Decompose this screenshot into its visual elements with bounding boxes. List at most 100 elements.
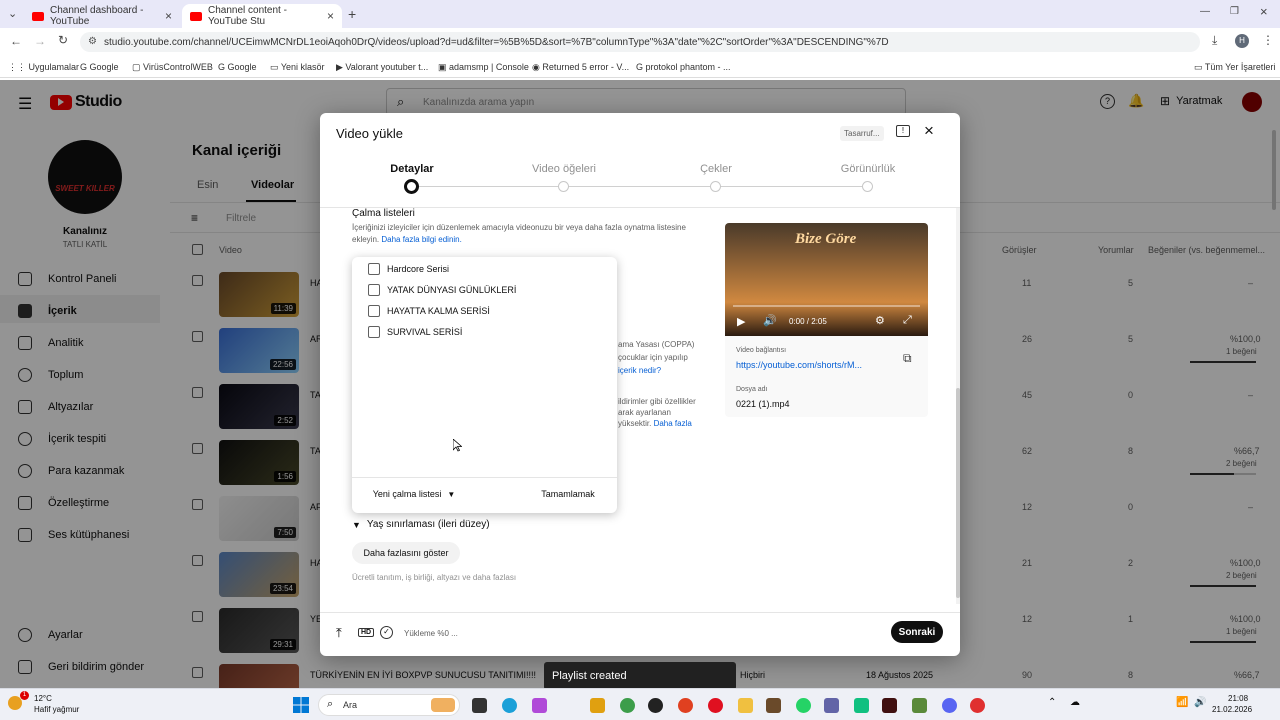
- volume-icon[interactable]: 🔊: [1194, 697, 1206, 708]
- wifi-icon[interactable]: 📶: [1176, 697, 1188, 708]
- task-view-icon[interactable]: [472, 698, 487, 713]
- bookmark-viruscontrol[interactable]: ▢ VirüsControlWEB: [132, 62, 213, 73]
- done-button[interactable]: Tamamlamak: [528, 483, 608, 505]
- discord-icon[interactable]: [942, 698, 957, 713]
- playlist-selector-popup: Hardcore Serisi YATAK DÜNYASI GÜNLÜKLERİ…: [352, 257, 617, 513]
- playlist-checkbox[interactable]: [368, 305, 380, 317]
- video-link[interactable]: https://youtube.com/shorts/rM...: [736, 360, 862, 370]
- bookmark-protokol[interactable]: G protokol phantom - ...: [636, 62, 731, 72]
- bookmark-google[interactable]: G Google: [80, 62, 119, 72]
- new-playlist-button[interactable]: Yeni çalma listesi ▼: [362, 483, 466, 505]
- fullscreen-icon[interactable]: ⤢: [903, 314, 912, 327]
- github-icon[interactable]: [648, 698, 663, 713]
- bookmark-all[interactable]: ▭ Tüm Yer İşaretleri: [1194, 62, 1275, 73]
- playlist-option[interactable]: SURVIVAL SERİSİ: [368, 326, 462, 338]
- browser-menu-icon[interactable]: ⋮: [1262, 33, 1274, 47]
- weather-desc: Hafif yağmur: [34, 705, 80, 714]
- coppa-text: ama Yasası (COPPA): [618, 340, 695, 349]
- next-button[interactable]: Sonraki: [891, 621, 943, 643]
- app-icon[interactable]: [882, 698, 897, 713]
- whatsapp-icon[interactable]: [796, 698, 811, 713]
- video-time: 0:00 / 2:05: [789, 317, 827, 326]
- step-details[interactable]: Detaylar: [352, 163, 472, 175]
- video-progress-bar[interactable]: [733, 305, 920, 307]
- taskbar-search[interactable]: ⌕ Ara: [318, 694, 460, 716]
- made-for-kids-link[interactable]: içerik nedir?: [618, 366, 661, 375]
- android-icon[interactable]: [854, 698, 869, 713]
- new-tab-plus-icon[interactable]: +: [348, 6, 356, 22]
- copy-link-icon[interactable]: ⧉: [903, 351, 912, 366]
- playlist-created-toast: Playlist created: [544, 662, 736, 690]
- close-window-icon[interactable]: ×: [1260, 4, 1268, 19]
- url-text: studio.youtube.com/channel/UCEimwMCNrDL1…: [104, 37, 889, 48]
- opera-icon[interactable]: [708, 698, 723, 713]
- app-icon[interactable]: [970, 698, 985, 713]
- windows-start-icon[interactable]: [293, 697, 309, 713]
- close-tab-icon[interactable]: ×: [165, 9, 172, 23]
- tab-list-chevron-icon[interactable]: ⌄: [8, 7, 17, 20]
- chrome-icon[interactable]: [620, 698, 635, 713]
- playlist-checkbox[interactable]: [368, 284, 380, 296]
- step-visibility-indicator: [862, 181, 873, 192]
- file-explorer-icon[interactable]: [738, 698, 753, 713]
- clock-date[interactable]: 21.02.2026: [1212, 705, 1252, 714]
- playlist-checkbox[interactable]: [368, 326, 380, 338]
- step-video-elements[interactable]: Video öğeleri: [504, 163, 624, 175]
- teams-icon[interactable]: [824, 698, 839, 713]
- playlist-option[interactable]: YATAK DÜNYASI GÜNLÜKLERİ: [368, 284, 516, 296]
- chevron-down-icon: ▼: [352, 519, 361, 530]
- sublime-icon[interactable]: [590, 698, 605, 713]
- restore-icon[interactable]: ❐: [1230, 6, 1239, 17]
- edge-icon[interactable]: [502, 698, 517, 713]
- dialog-scrollbar-track[interactable]: [956, 208, 960, 604]
- copilot-icon[interactable]: [532, 698, 547, 713]
- tab-channel-dashboard[interactable]: Channel dashboard - YouTube ×: [24, 4, 180, 28]
- bookmark-apps[interactable]: ⋮⋮ Uygulamalar: [8, 62, 79, 73]
- hd-icon: HD: [358, 628, 375, 637]
- bookmark-valorant[interactable]: ▶ Valorant youtuber t...: [336, 62, 428, 73]
- settings-gear-icon[interactable]: ⚙: [875, 314, 885, 327]
- tray-chevron-up-icon[interactable]: ⌃: [1048, 697, 1056, 708]
- reload-icon[interactable]: ↻: [58, 33, 68, 47]
- upload-status: Yükleme %0 ...: [404, 629, 458, 638]
- close-tab-icon[interactable]: ×: [327, 9, 334, 23]
- ccleaner-icon[interactable]: [678, 698, 693, 713]
- video-link-label: Video bağlantısı: [736, 347, 787, 354]
- tray-cloud-icon[interactable]: ☁: [1070, 697, 1080, 708]
- url-bar[interactable]: ⚙ studio.youtube.com/channel/UCEimwMCNrD…: [80, 32, 1200, 52]
- learn-more-link[interactable]: Daha fazla bilgi edinin.: [381, 235, 462, 244]
- playlist-option[interactable]: HAYATTA KALMA SERİSİ: [368, 305, 490, 317]
- back-arrow-icon[interactable]: ←: [10, 34, 22, 48]
- bookmark-adamsmp[interactable]: ▣ adamsmp | Console: [438, 62, 529, 73]
- minecraft-icon[interactable]: [766, 698, 781, 713]
- clock-time[interactable]: 21:08: [1228, 694, 1248, 703]
- browser-tab-bar: ⌄ Channel dashboard - YouTube × Channel …: [0, 0, 1280, 28]
- show-more-button[interactable]: Daha fazlasını göster: [352, 542, 460, 564]
- more-info-link[interactable]: Daha fazla: [654, 419, 692, 428]
- site-info-icon[interactable]: ⚙: [88, 36, 97, 47]
- bookmark-returned-error[interactable]: ◉ Returned 5 error - V...: [532, 62, 629, 73]
- bookmark-new-folder[interactable]: ▭ Yeni klasör: [270, 62, 325, 73]
- forward-arrow-icon[interactable]: →: [34, 34, 46, 48]
- age-restriction-toggle[interactable]: ▼ Yaş sınırlaması (ileri düzey): [352, 519, 490, 530]
- playlist-checkbox[interactable]: [368, 263, 380, 275]
- download-icon[interactable]: ⤓: [1212, 33, 1217, 48]
- minimize-icon[interactable]: —: [1200, 6, 1210, 17]
- step-visibility[interactable]: Görünürlük: [808, 163, 928, 175]
- playlists-heading: Çalma listeleri: [352, 208, 415, 219]
- close-dialog-icon[interactable]: ×: [924, 121, 934, 141]
- step-checks[interactable]: Çekler: [656, 163, 776, 175]
- volume-icon[interactable]: 🔊: [763, 314, 777, 327]
- video-player[interactable]: Bize Göre ▶ 🔊 0:00 / 2:05 ⚙ ⤢: [725, 223, 928, 336]
- dialog-title: Video yükle: [336, 126, 403, 141]
- feedback-icon[interactable]: !: [896, 125, 910, 137]
- profile-avatar[interactable]: H: [1235, 34, 1249, 48]
- windows-taskbar: 1 12°C Hafif yağmur ⌕ Ara ⌃ ☁ 📶 🔊 21:08 …: [0, 688, 1280, 720]
- filename-label: Dosya adı: [736, 386, 768, 393]
- playlist-option[interactable]: Hardcore Serisi: [368, 263, 449, 275]
- notification-badge: 1: [20, 691, 29, 700]
- bookmark-google-2[interactable]: G Google: [218, 62, 257, 72]
- minecraft-launcher-icon[interactable]: [912, 698, 927, 713]
- tab-channel-content[interactable]: Channel content - YouTube Stu ×: [182, 4, 342, 28]
- play-icon[interactable]: ▶: [737, 315, 745, 328]
